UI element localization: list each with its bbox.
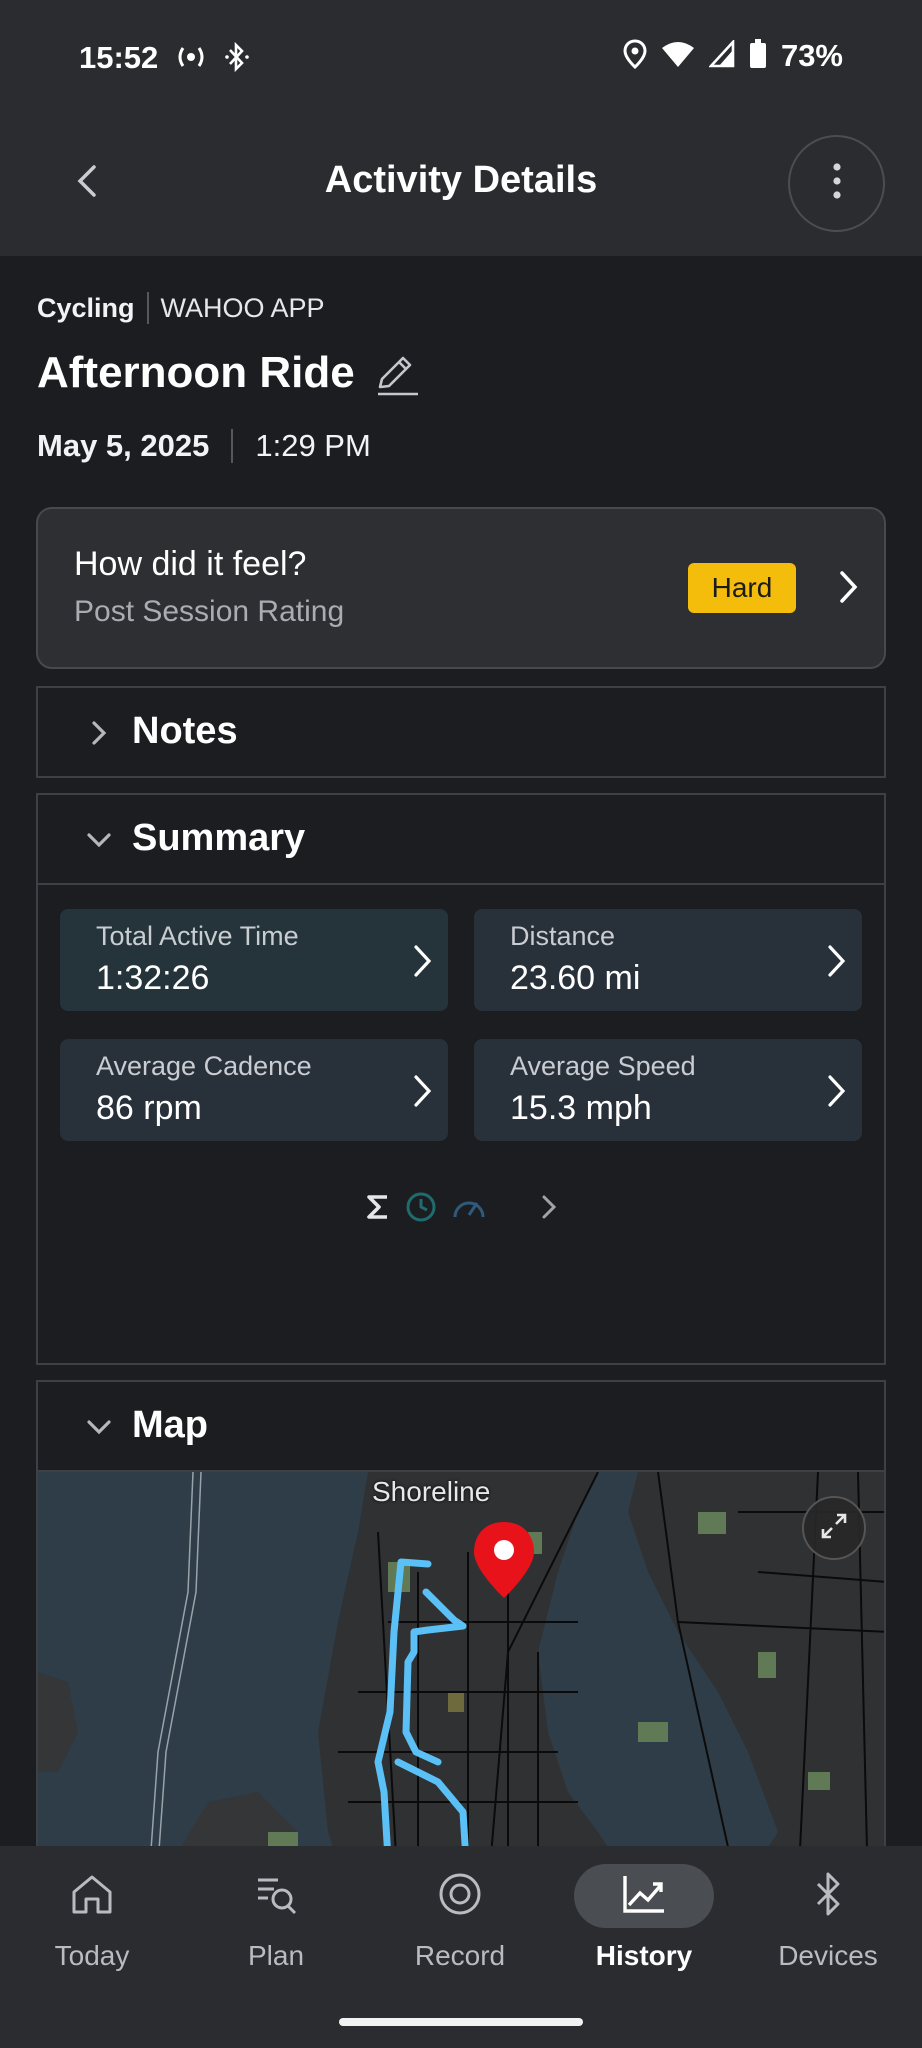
nav-item-today[interactable]: Today bbox=[0, 1864, 184, 1994]
route-map[interactable]: Shoreline bbox=[38, 1472, 884, 1846]
chevron-right-icon bbox=[412, 943, 434, 984]
stat-value: 1:32:26 bbox=[96, 959, 210, 997]
speedometer-icon[interactable] bbox=[451, 1191, 487, 1228]
battery-icon bbox=[749, 38, 767, 74]
stat-value: 15.3 mph bbox=[510, 1089, 652, 1127]
chevron-right-icon bbox=[838, 569, 860, 610]
home-icon bbox=[68, 1872, 116, 1921]
expand-map-button[interactable] bbox=[802, 1496, 866, 1560]
activity-meta: Cycling WAHOO APP bbox=[37, 292, 325, 324]
location-icon bbox=[623, 38, 647, 74]
stat-card-average-speed[interactable]: Average Speed 15.3 mph bbox=[474, 1039, 862, 1141]
home-indicator[interactable] bbox=[339, 2018, 583, 2026]
stat-value: 86 rpm bbox=[96, 1089, 202, 1127]
nav-item-record[interactable]: Record bbox=[368, 1864, 552, 1994]
map-place-label: Shoreline bbox=[372, 1476, 491, 1507]
app-bar: Activity Details bbox=[0, 115, 922, 256]
nav-label: Today bbox=[54, 1940, 130, 1971]
stat-label: Distance bbox=[510, 921, 616, 951]
stat-value: 23.60 mi bbox=[510, 959, 641, 997]
notes-section: Notes bbox=[36, 686, 886, 778]
stat-card-total-active-time[interactable]: Total Active Time 1:32:26 bbox=[60, 909, 448, 1011]
status-time: 15:52 bbox=[79, 40, 159, 75]
stat-label: Average Cadence bbox=[96, 1051, 312, 1081]
wifi-icon bbox=[661, 40, 695, 73]
notes-header[interactable]: Notes bbox=[38, 688, 884, 778]
activity-content: Cycling WAHOO APP Afternoon Ride May 5, … bbox=[0, 256, 922, 1846]
status-bar: 15:52 73% bbox=[0, 0, 922, 115]
bluetooth-icon bbox=[810, 1870, 846, 1923]
date-divider bbox=[231, 429, 234, 463]
map-section: Map Shoreline bbox=[36, 1380, 886, 1846]
chevron-right-icon bbox=[84, 718, 114, 748]
radio-icon bbox=[176, 43, 206, 76]
activity-source: WAHOO APP bbox=[160, 292, 325, 323]
map-header[interactable]: Map bbox=[38, 1382, 884, 1472]
map-title: Map bbox=[132, 1404, 208, 1446]
record-icon bbox=[436, 1870, 484, 1923]
summary-pager bbox=[38, 1191, 884, 1228]
activity-datetime: May 5, 2025 1:29 PM bbox=[37, 428, 371, 464]
nav-label: Plan bbox=[247, 1940, 305, 1971]
page-title: Activity Details bbox=[324, 159, 598, 201]
stat-label: Total Active Time bbox=[96, 921, 299, 951]
nav-item-devices[interactable]: Devices bbox=[736, 1864, 920, 1994]
more-options-button[interactable] bbox=[788, 135, 885, 232]
edit-title-button[interactable] bbox=[372, 351, 420, 399]
notes-title: Notes bbox=[132, 710, 238, 752]
chevron-right-icon bbox=[826, 943, 848, 984]
chevron-down-icon bbox=[84, 825, 114, 855]
feel-subtitle: Post Session Rating bbox=[74, 595, 345, 628]
summary-section: Summary Total Active Time 1:32:26 Distan… bbox=[36, 793, 886, 1365]
map-graphic bbox=[38, 1472, 884, 1846]
rating-badge: Hard bbox=[688, 563, 796, 613]
nav-label: Devices bbox=[778, 1940, 878, 1971]
summary-title: Summary bbox=[132, 817, 306, 859]
bluetooth-icon bbox=[224, 41, 252, 77]
battery-percent: 73% bbox=[780, 38, 843, 73]
plan-search-icon bbox=[252, 1872, 300, 1921]
history-chart-icon bbox=[620, 1872, 668, 1921]
activity-title: Afternoon Ride bbox=[37, 348, 355, 397]
activity-type: Cycling bbox=[37, 292, 135, 323]
stat-label: Average Speed bbox=[510, 1051, 696, 1081]
feel-title: How did it feel? bbox=[74, 545, 307, 583]
sigma-icon[interactable] bbox=[365, 1193, 391, 1226]
activity-time: 1:29 PM bbox=[255, 428, 371, 463]
nav-label: Record bbox=[414, 1940, 506, 1971]
nav-item-plan[interactable]: Plan bbox=[184, 1864, 368, 1994]
pencil-icon bbox=[372, 356, 420, 403]
signal-icon bbox=[707, 38, 735, 73]
chevron-right-icon[interactable] bbox=[541, 1194, 557, 1225]
chevron-right-icon bbox=[826, 1073, 848, 1114]
stat-card-distance[interactable]: Distance 23.60 mi bbox=[474, 909, 862, 1011]
nav-label: History bbox=[595, 1940, 693, 1971]
summary-header[interactable]: Summary bbox=[38, 795, 884, 885]
chevron-down-icon bbox=[84, 1412, 114, 1442]
post-session-rating-card[interactable]: How did it feel? Post Session Rating Har… bbox=[36, 507, 886, 669]
meta-divider bbox=[146, 292, 149, 324]
nav-item-history[interactable]: History bbox=[552, 1864, 736, 1994]
clock-icon[interactable] bbox=[405, 1191, 437, 1228]
chevron-right-icon bbox=[412, 1073, 434, 1114]
more-vertical-icon bbox=[832, 161, 842, 206]
expand-icon bbox=[818, 1510, 850, 1547]
activity-date: May 5, 2025 bbox=[37, 428, 210, 463]
stat-card-average-cadence[interactable]: Average Cadence 86 rpm bbox=[60, 1039, 448, 1141]
